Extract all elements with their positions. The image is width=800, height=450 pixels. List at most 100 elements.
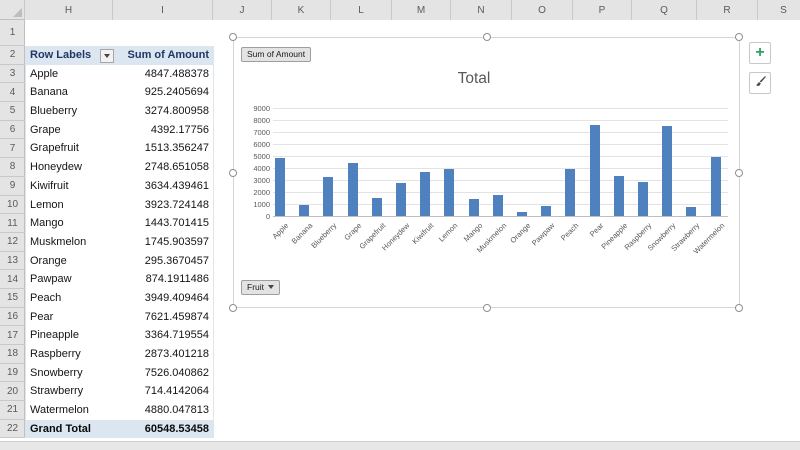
bar-watermelon[interactable] bbox=[710, 157, 721, 216]
column-header-r[interactable]: R bbox=[697, 0, 758, 20]
row-header-22[interactable]: 22 bbox=[0, 420, 25, 439]
bar-lemon[interactable] bbox=[444, 168, 455, 216]
bar-snowberry[interactable] bbox=[662, 125, 673, 216]
column-header-n[interactable]: N bbox=[451, 0, 512, 20]
y-axis-tick-label: 8000 bbox=[253, 115, 270, 125]
pivot-row-snowberry[interactable]: Snowberry 7526.040862 bbox=[26, 364, 213, 383]
y-axis-tick-label: 9000 bbox=[253, 103, 270, 113]
bar-mango[interactable] bbox=[468, 198, 479, 216]
chart-elements-button[interactable]: + bbox=[749, 42, 771, 64]
bar-pawpaw[interactable] bbox=[541, 205, 552, 216]
selection-handle[interactable] bbox=[229, 169, 237, 177]
pivot-row-muskmelon[interactable]: Muskmelon 1745.903597 bbox=[26, 233, 213, 252]
bar-banana[interactable] bbox=[299, 204, 310, 216]
row-header-6[interactable]: 6 bbox=[0, 121, 25, 140]
row-header-19[interactable]: 19 bbox=[0, 364, 25, 383]
bar-orange[interactable] bbox=[517, 212, 527, 216]
pivot-row-watermelon[interactable]: Watermelon 4880.047813 bbox=[26, 401, 213, 420]
row-header-3[interactable]: 3 bbox=[0, 65, 25, 84]
pivot-row-kiwifruit[interactable]: Kiwifruit 3634.439461 bbox=[26, 177, 213, 196]
bar-pineapple[interactable] bbox=[613, 175, 624, 216]
row-header-17[interactable]: 17 bbox=[0, 326, 25, 345]
column-header-i[interactable]: I bbox=[113, 0, 213, 20]
row-header-2[interactable]: 2 bbox=[0, 46, 25, 65]
chart-gridline bbox=[273, 168, 728, 169]
bar-pear[interactable] bbox=[589, 124, 600, 216]
bar-strawberry[interactable] bbox=[686, 207, 697, 216]
pivot-row-mango[interactable]: Mango 1443.701415 bbox=[26, 214, 213, 233]
column-header-o[interactable]: O bbox=[512, 0, 573, 20]
column-header-s[interactable]: S bbox=[758, 0, 800, 20]
pivot-row-apple[interactable]: Apple 4847.488378 bbox=[26, 65, 213, 84]
row-header-18[interactable]: 18 bbox=[0, 345, 25, 364]
bar-grapefruit[interactable] bbox=[371, 197, 382, 216]
row-header-7[interactable]: 7 bbox=[0, 139, 25, 159]
y-axis-tick-label: 1000 bbox=[253, 199, 270, 209]
y-axis-tick-label: 6000 bbox=[253, 139, 270, 149]
axis-field-button[interactable]: Fruit bbox=[241, 280, 280, 295]
row-header-21[interactable]: 21 bbox=[0, 401, 25, 420]
bar-grape[interactable] bbox=[347, 163, 358, 216]
row-labels-filter-button[interactable] bbox=[100, 48, 114, 63]
row-header-5[interactable]: 5 bbox=[0, 102, 25, 121]
pivot-row-pear[interactable]: Pear 7621.459874 bbox=[26, 308, 213, 327]
pivot-row-grapefruit[interactable]: Grapefruit 1513.356247 bbox=[26, 139, 213, 158]
selection-handle[interactable] bbox=[229, 33, 237, 41]
bar-peach[interactable] bbox=[565, 168, 576, 216]
row-header-16[interactable]: 16 bbox=[0, 308, 25, 327]
pivot-row-value: 4392.17756 bbox=[150, 123, 209, 136]
column-header-j[interactable]: J bbox=[213, 0, 272, 20]
column-header-h[interactable]: H bbox=[25, 0, 113, 20]
pivot-row-value: 295.3670457 bbox=[144, 254, 209, 267]
pivot-row-grape[interactable]: Grape 4392.17756 bbox=[26, 121, 213, 140]
pivot-row-pawpaw[interactable]: Pawpaw 874.1911486 bbox=[26, 270, 213, 289]
selection-handle[interactable] bbox=[483, 33, 491, 41]
row-header-12[interactable]: 12 bbox=[0, 233, 25, 252]
selection-handle[interactable] bbox=[735, 169, 743, 177]
column-header-m[interactable]: M bbox=[392, 0, 451, 20]
row-header-20[interactable]: 20 bbox=[0, 382, 25, 402]
row-header-14[interactable]: 14 bbox=[0, 270, 25, 289]
column-header-l[interactable]: L bbox=[331, 0, 392, 20]
row-header-11[interactable]: 11 bbox=[0, 214, 25, 233]
column-header-q[interactable]: Q bbox=[632, 0, 697, 20]
grand-total-row[interactable]: Grand Total 60548.53458 bbox=[26, 419, 213, 439]
row-header-10[interactable]: 10 bbox=[0, 196, 25, 215]
bar-honeydew[interactable] bbox=[396, 183, 406, 216]
pivot-row-label: Mango bbox=[30, 217, 64, 230]
select-all-triangle-icon bbox=[13, 8, 22, 17]
pivot-row-label: Pawpaw bbox=[30, 273, 72, 286]
row-header-13[interactable]: 13 bbox=[0, 252, 25, 271]
row-header-15[interactable]: 15 bbox=[0, 289, 25, 308]
bar-blueberry[interactable] bbox=[323, 176, 334, 216]
pivot-row-value: 3274.800958 bbox=[144, 105, 209, 118]
pivot-row-blueberry[interactable]: Blueberry 3274.800958 bbox=[26, 102, 213, 121]
selection-handle[interactable] bbox=[483, 304, 491, 312]
pivot-row-honeydew[interactable]: Honeydew 2748.651058 bbox=[26, 158, 213, 177]
bar-kiwifruit[interactable] bbox=[420, 172, 431, 216]
column-header-p[interactable]: P bbox=[573, 0, 632, 20]
selection-handle[interactable] bbox=[229, 304, 237, 312]
pivot-chart[interactable]: Sum of Amount Total 0 1000 2000 3000 4000 500… bbox=[229, 33, 743, 312]
pivot-row-value: 3923.724148 bbox=[144, 198, 209, 211]
select-all-corner[interactable] bbox=[0, 0, 25, 19]
row-header-4[interactable]: 4 bbox=[0, 83, 25, 103]
chart-styles-button[interactable] bbox=[749, 72, 771, 94]
selection-handle[interactable] bbox=[735, 33, 743, 41]
pivot-row-pineapple[interactable]: Pineapple 3364.719554 bbox=[26, 326, 213, 345]
row-header-1[interactable]: 1 bbox=[0, 20, 25, 46]
pivot-row-lemon[interactable]: Lemon 3923.724148 bbox=[26, 196, 213, 215]
pivot-row-orange[interactable]: Orange 295.3670457 bbox=[26, 252, 213, 271]
bar-raspberry[interactable] bbox=[638, 181, 648, 216]
pivot-row-raspberry[interactable]: Raspberry 2873.401218 bbox=[26, 345, 213, 364]
bar-apple[interactable] bbox=[275, 157, 285, 216]
pivot-row-peach[interactable]: Peach 3949.409464 bbox=[26, 289, 213, 308]
bar-muskmelon[interactable] bbox=[492, 195, 503, 216]
selection-handle[interactable] bbox=[735, 304, 743, 312]
pivot-row-strawberry[interactable]: Strawberry 714.4142064 bbox=[26, 382, 213, 401]
row-header-9[interactable]: 9 bbox=[0, 177, 25, 196]
pivot-row-banana[interactable]: Banana 925.2405694 bbox=[26, 83, 213, 102]
row-header-8[interactable]: 8 bbox=[0, 158, 25, 177]
value-header-cell[interactable]: Sum of Amount bbox=[114, 46, 213, 65]
column-header-k[interactable]: K bbox=[272, 0, 331, 20]
